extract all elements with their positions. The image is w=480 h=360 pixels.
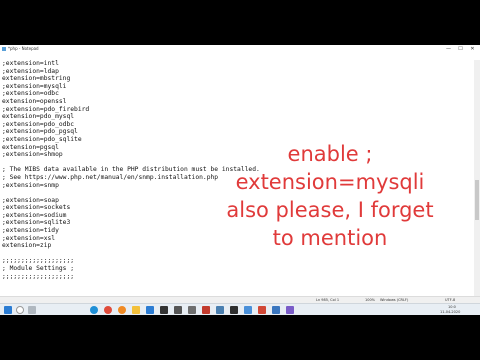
- code-line: ;extension=pdo_odbc: [2, 120, 75, 128]
- app-icon[interactable]: [216, 306, 224, 314]
- terminal-icon[interactable]: [160, 306, 168, 314]
- chrome-icon[interactable]: [104, 306, 112, 314]
- code-line: extension=mbstring: [2, 75, 71, 83]
- code-line: ;extension=pdo_firebird: [2, 105, 90, 113]
- notepad-icon: [2, 47, 6, 51]
- start-icon[interactable]: [4, 306, 12, 314]
- code-line: ;;;;;;;;;;;;;;;;;;;: [2, 257, 75, 265]
- minimize-button[interactable]: —: [444, 45, 453, 53]
- app-icon[interactable]: [174, 306, 182, 314]
- search-icon[interactable]: [16, 306, 24, 314]
- scrollbar-thumb[interactable]: [475, 180, 479, 220]
- edge-icon[interactable]: [90, 306, 98, 314]
- app-icon[interactable]: [188, 306, 196, 314]
- menu-bar: File Edit Format View Help: [0, 53, 480, 69]
- caption-line: to mention: [272, 226, 388, 250]
- firefox-icon[interactable]: [118, 306, 126, 314]
- code-line: ; Module Settings ;: [2, 265, 75, 273]
- app-icon[interactable]: [286, 306, 294, 314]
- caption-line: enable ;: [287, 142, 373, 166]
- code-line: ;extension=mysqli: [2, 82, 67, 90]
- caption-overlay: enable ; extension=mysqli also please, I…: [200, 140, 460, 252]
- code-line: extension=pdo_mysql: [2, 113, 75, 121]
- vertical-scrollbar[interactable]: [474, 60, 480, 296]
- maximize-button[interactable]: ☐: [456, 45, 465, 53]
- code-line: ;;;;;;;;;;;;;;;;;;;: [2, 272, 75, 280]
- code-line: extension=openssl: [2, 97, 67, 105]
- title-bar: *php - Notepad — ☐ ✕: [0, 45, 480, 53]
- code-line: ;extension=pdo_pgsql: [2, 128, 78, 136]
- caption-line: also please, I forget: [226, 198, 434, 222]
- code-line: ;extension=odbc: [2, 90, 59, 98]
- taskbar: 10:0 11-04-2020: [0, 303, 480, 315]
- window-title: *php - Notepad: [8, 46, 39, 51]
- caption-line: extension=mysqli: [235, 170, 425, 194]
- clock-date[interactable]: 11-04-2020: [440, 310, 460, 314]
- task-view-icon[interactable]: [28, 306, 36, 314]
- screen: *php - Notepad — ☐ ✕ File Edit Format Vi…: [0, 45, 480, 315]
- filezilla-icon[interactable]: [202, 306, 210, 314]
- clock-time[interactable]: 10:0: [448, 305, 456, 309]
- store-icon[interactable]: [244, 306, 252, 314]
- app-icon[interactable]: [230, 306, 238, 314]
- explorer-icon[interactable]: [132, 306, 140, 314]
- app-icon[interactable]: [272, 306, 280, 314]
- app-icon[interactable]: [258, 306, 266, 314]
- code-line: ;extension=intl: [2, 60, 59, 67]
- close-button[interactable]: ✕: [468, 45, 477, 53]
- vscode-icon[interactable]: [146, 306, 154, 314]
- code-line: ;extension=ldap: [2, 67, 59, 75]
